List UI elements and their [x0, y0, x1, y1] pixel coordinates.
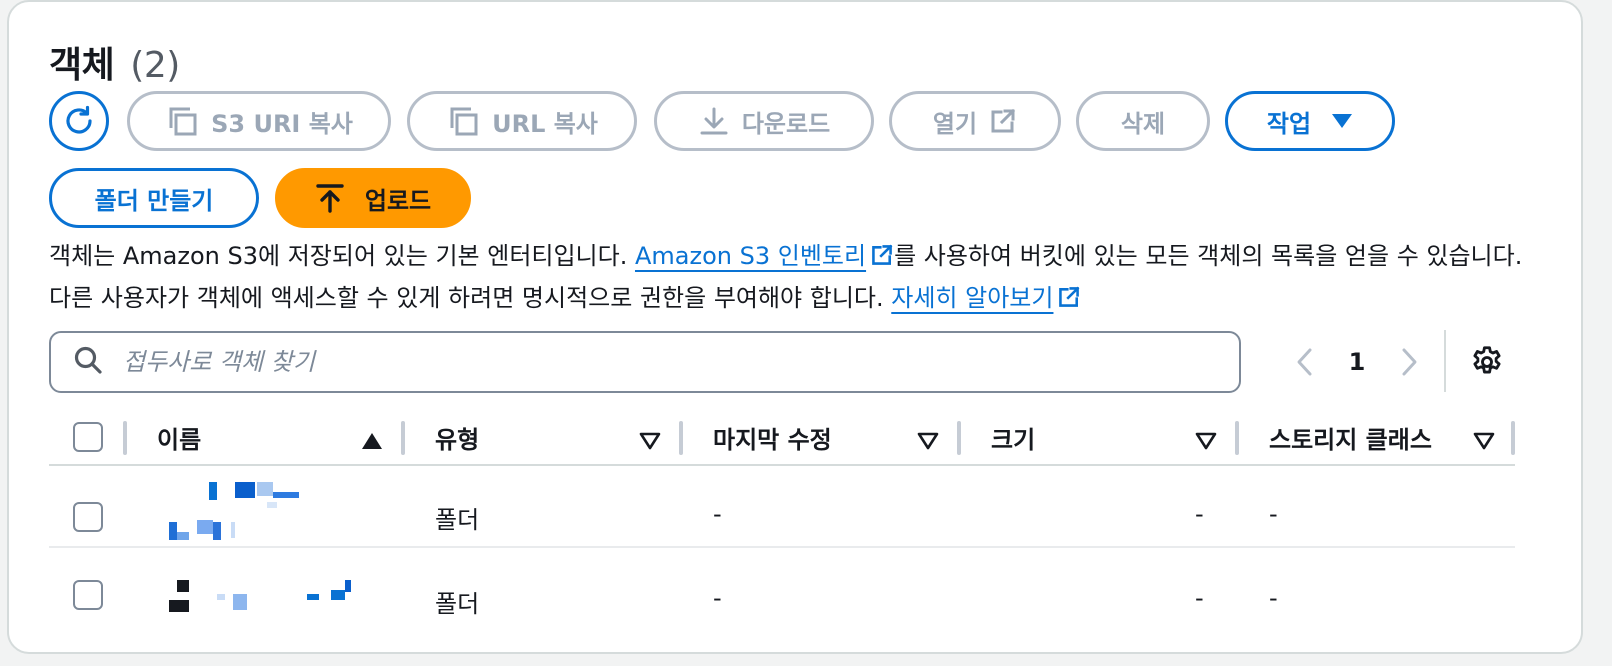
create-folder-button[interactable]: 폴더 만들기 [49, 168, 259, 228]
column-header-name[interactable]: 이름 [157, 410, 403, 464]
object-count: (2) [130, 45, 180, 86]
create-folder-label: 폴더 만들기 [94, 186, 214, 215]
actions-dropdown-button[interactable]: 작업 [1225, 91, 1395, 151]
page-title: 객체 (2) [49, 36, 180, 88]
search-box[interactable] [49, 331, 1241, 393]
external-link-icon[interactable] [1057, 282, 1081, 321]
copy-url-button[interactable]: URL 복사 [407, 91, 637, 151]
object-name-link-redacted[interactable] [159, 480, 359, 560]
sort-descending-icon[interactable] [1473, 428, 1495, 456]
column-resizer[interactable] [1511, 421, 1515, 455]
refresh-button[interactable] [49, 91, 109, 151]
title-text: 객체 [49, 45, 115, 86]
chevron-right-icon[interactable] [1395, 347, 1425, 377]
column-header-type[interactable]: 유형 [435, 410, 681, 464]
copy-url-label: URL 복사 [492, 109, 598, 138]
sort-descending-icon[interactable] [917, 428, 939, 456]
objects-panel: 객체 (2) S3 URI 복사 URL 복사 다운로드 열기 삭제 작업 폴더… [7, 0, 1583, 654]
column-header-size[interactable]: 크기 [991, 410, 1237, 464]
search-input[interactable] [121, 347, 1171, 377]
download-label: 다운로드 [741, 109, 831, 138]
actions-label: 작업 [1266, 109, 1312, 138]
column-storage-class-label: 스토리지 클래스 [1269, 425, 1432, 454]
open-button[interactable]: 열기 [889, 91, 1061, 151]
object-last-modified: - [713, 584, 722, 612]
toolbar-divider [1444, 330, 1446, 392]
object-size: - [1195, 584, 1204, 612]
column-type-label: 유형 [435, 425, 480, 454]
table-row[interactable]: 폴더 - - - [49, 550, 1515, 630]
object-type: 폴더 [435, 590, 480, 618]
external-link-icon [989, 107, 1017, 135]
open-label: 열기 [932, 109, 978, 138]
object-last-modified: - [713, 500, 722, 528]
column-header-last-modified[interactable]: 마지막 수정 [713, 410, 959, 464]
settings-gear-icon[interactable] [1469, 344, 1505, 384]
object-storage-class: - [1269, 500, 1278, 528]
sort-descending-icon[interactable] [639, 428, 661, 456]
table-row[interactable]: 폴더 - - - [49, 468, 1515, 548]
object-storage-class: - [1269, 584, 1278, 612]
external-link-icon[interactable] [870, 240, 894, 279]
object-size: - [1195, 500, 1204, 528]
delete-label: 삭제 [1120, 109, 1166, 138]
upload-arrow-icon [315, 183, 345, 213]
delete-button[interactable]: 삭제 [1076, 91, 1210, 151]
sort-descending-icon[interactable] [1195, 428, 1217, 456]
column-resizer[interactable] [401, 421, 405, 455]
refresh-icon [62, 104, 96, 138]
pagination: 1 [1289, 342, 1425, 382]
column-name-label: 이름 [157, 425, 202, 454]
column-header-storage-class[interactable]: 스토리지 클래스 [1269, 410, 1515, 464]
column-last-modified-label: 마지막 수정 [713, 425, 832, 454]
column-resizer[interactable] [1235, 421, 1239, 455]
row-select-checkbox-cell [73, 580, 103, 610]
copy-s3-uri-button[interactable]: S3 URI 복사 [127, 91, 391, 151]
row-select-checkbox-cell [73, 502, 103, 532]
object-name-link-redacted[interactable] [159, 560, 359, 640]
column-resizer[interactable] [679, 421, 683, 455]
column-size-label: 크기 [991, 425, 1036, 454]
upload-label: 업로드 [364, 186, 432, 215]
copy-s3-uri-label: S3 URI 복사 [211, 109, 353, 138]
download-button[interactable]: 다운로드 [654, 91, 874, 151]
column-resizer[interactable] [123, 421, 127, 455]
column-resizer[interactable] [957, 421, 961, 455]
copy-icon [446, 104, 480, 138]
object-type: 폴더 [435, 506, 480, 534]
copy-icon [165, 104, 199, 138]
current-page[interactable]: 1 [1319, 348, 1395, 376]
row-select-checkbox[interactable] [73, 580, 103, 610]
learn-more-link[interactable]: 자세히 알아보기 [891, 284, 1053, 312]
upload-button[interactable]: 업로드 [275, 168, 471, 228]
description-text-1: 객체는 Amazon S3에 저장되어 있는 기본 엔터티입니다. [49, 242, 635, 270]
inventory-link[interactable]: Amazon S3 인벤토리 [635, 242, 866, 270]
table-header: 이름 유형 마지막 수정 크기 스토리지 클래스 [49, 410, 1515, 466]
chevron-left-icon[interactable] [1289, 347, 1319, 377]
caret-down-icon [1331, 113, 1353, 129]
download-icon [698, 105, 730, 137]
sort-ascending-icon[interactable] [361, 428, 383, 456]
search-icon [73, 345, 103, 379]
objects-description: 객체는 Amazon S3에 저장되어 있는 기본 엔터티입니다. Amazon… [49, 237, 1549, 321]
row-select-checkbox[interactable] [73, 502, 103, 532]
select-all-checkbox[interactable] [73, 422, 103, 452]
select-all-checkbox-cell [73, 410, 103, 464]
